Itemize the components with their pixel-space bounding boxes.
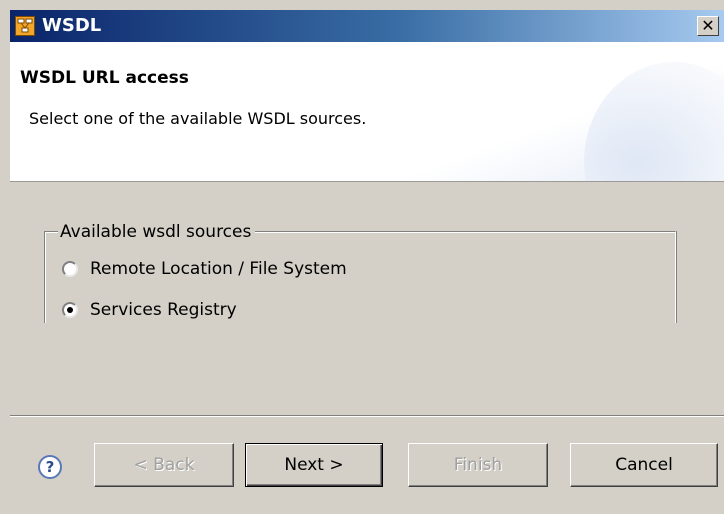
page-title: WSDL URL access <box>20 68 189 88</box>
banner-decoration <box>584 62 724 181</box>
group-legend: Available wsdl sources <box>58 222 256 242</box>
footer-separator <box>10 415 724 417</box>
header-banner: WSDL URL access Select one of the availa… <box>10 42 724 182</box>
back-button[interactable]: < Back <box>94 443 234 487</box>
finish-button[interactable]: Finish <box>408 443 548 487</box>
radio-button-remote-location[interactable] <box>62 261 78 277</box>
title-bar: WSDL ✕ <box>10 10 724 42</box>
help-icon[interactable]: ? <box>38 455 62 479</box>
radio-option-remote-location[interactable]: Remote Location / File System <box>62 259 347 279</box>
radio-label-remote-location: Remote Location / File System <box>90 259 347 279</box>
cancel-button[interactable]: Cancel <box>570 443 718 487</box>
page-description: Select one of the available WSDL sources… <box>29 109 367 128</box>
next-button[interactable]: Next > <box>245 443 383 487</box>
radio-button-services-registry[interactable] <box>62 302 78 318</box>
close-icon[interactable]: ✕ <box>697 16 719 36</box>
radio-label-services-registry: Services Registry <box>90 300 237 320</box>
radio-option-services-registry[interactable]: Services Registry <box>62 300 237 320</box>
window-title: WSDL <box>42 15 102 36</box>
wsdl-app-icon <box>15 16 35 36</box>
